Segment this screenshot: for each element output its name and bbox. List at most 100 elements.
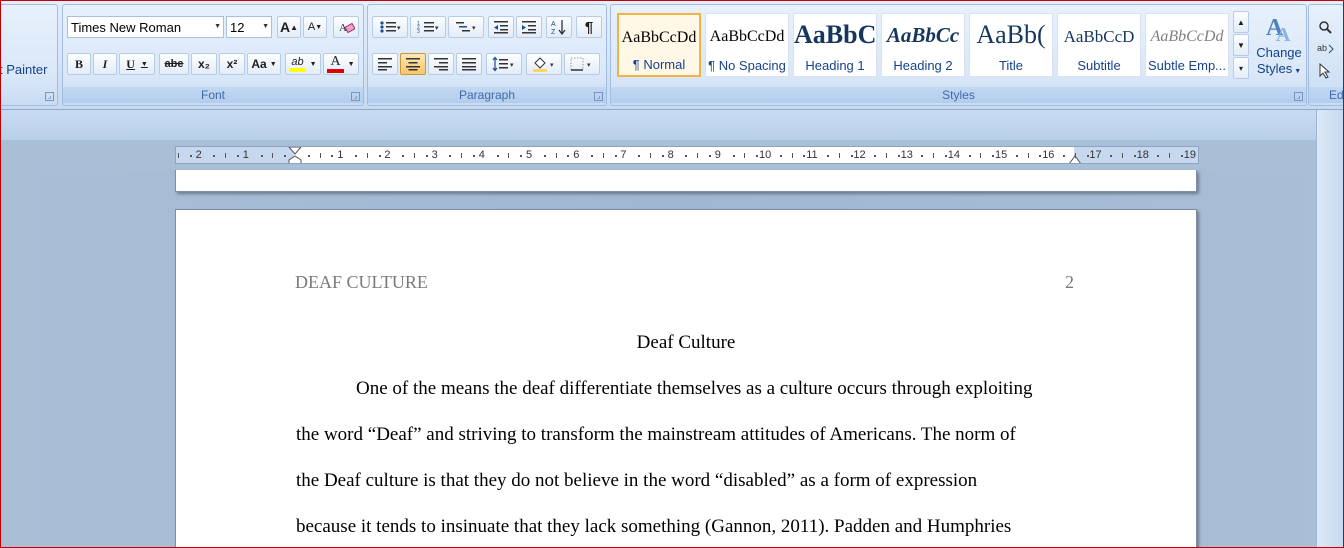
ruler-tick-label: 9: [714, 149, 721, 161]
decrease-indent-button[interactable]: [488, 16, 514, 38]
style-name: ¶ Normal: [632, 57, 686, 72]
chevron-down-icon[interactable]: ▼: [270, 61, 277, 68]
gallery-more-button[interactable]: ▾: [1233, 57, 1249, 79]
grow-font-button[interactable]: A ▲: [277, 16, 301, 38]
shading-button[interactable]: ▾: [526, 53, 562, 75]
ruler-tick-mark: [567, 155, 570, 157]
ruler-tick-mark: [1110, 155, 1113, 157]
chevron-down-icon[interactable]: ▼: [348, 60, 355, 68]
ruler-tick-mark: [1157, 155, 1160, 157]
clear-formatting-icon: A: [339, 22, 355, 34]
ruler-tick-mark: [496, 155, 499, 157]
ruler-tick-mark: [355, 155, 357, 157]
clipboard-dialog-launcher[interactable]: ⌟: [45, 92, 54, 101]
ruler-tick-label: 7: [620, 149, 627, 161]
superscript-button[interactable]: x²: [219, 53, 245, 75]
underline-button[interactable]: U ▼: [119, 53, 155, 75]
change-styles-button[interactable]: A A Change Styles ▼: [1253, 9, 1305, 89]
align-right-button[interactable]: [428, 53, 454, 75]
ruler-tick-mark: [850, 155, 853, 157]
format-painter-button[interactable]: t Painter: [0, 62, 47, 77]
style-normal[interactable]: AaBbCcDd ¶ Normal: [617, 13, 701, 77]
bullets-button[interactable]: ▾: [372, 16, 408, 38]
numbering-icon: 123 ▾: [417, 21, 439, 34]
italic-button[interactable]: I: [93, 53, 117, 75]
shrink-font-button[interactable]: A ▼: [303, 16, 327, 38]
svg-text:ab: ab: [1317, 43, 1327, 53]
svg-text:▾: ▾: [472, 25, 476, 32]
align-right-icon: [434, 58, 448, 71]
justify-button[interactable]: [456, 53, 482, 75]
ruler-tick-label: 8: [667, 149, 674, 161]
ruler-tick-mark: [661, 155, 664, 157]
ruler-tick-mark: [838, 153, 840, 158]
style-sample: AaBbCcDd: [709, 28, 785, 45]
change-case-button[interactable]: Aa ▼: [247, 53, 281, 75]
line-spacing-button[interactable]: ▾: [486, 53, 522, 75]
vertical-scrollbar[interactable]: [1316, 110, 1344, 548]
underline-label: U: [126, 56, 135, 71]
align-center-button[interactable]: [400, 53, 426, 75]
svg-text:▾: ▾: [550, 62, 554, 69]
ruler-tick-mark: [178, 153, 179, 158]
ruler-tick-mark: [414, 153, 415, 158]
font-size-combobox[interactable]: 12 ▼: [226, 16, 272, 38]
ruler-tick-label: 15: [995, 149, 1008, 161]
font-name-combobox[interactable]: Times New Roman ▼: [67, 16, 224, 38]
ruler-tick-label: 12: [853, 149, 866, 161]
bold-button[interactable]: B: [67, 53, 91, 75]
sort-button[interactable]: AZ: [546, 16, 572, 38]
style-subtitle[interactable]: AaBbCcD Subtitle: [1057, 13, 1141, 77]
chevron-down-icon[interactable]: ▼: [310, 61, 317, 68]
font-dialog-launcher[interactable]: ⌟: [351, 92, 360, 101]
style-subtle-emphasis[interactable]: AaBbCcDd Subtle Emp...: [1145, 13, 1229, 77]
ruler-tick-mark: [709, 155, 711, 157]
ruler-tick-mark: [933, 153, 935, 158]
ruler-tick-mark: [378, 155, 381, 157]
select-cursor-icon[interactable]: [1317, 63, 1337, 79]
font-name-value: Times New Roman: [71, 19, 182, 35]
ruler-tick-mark: [591, 155, 593, 157]
show-formatting-marks-button[interactable]: ¶: [576, 16, 602, 38]
align-center-icon: [406, 58, 420, 71]
chevron-down-icon[interactable]: ▼: [141, 60, 148, 68]
ruler-tick-mark: [874, 155, 877, 157]
numbering-button[interactable]: 1 2 3 ▾: [410, 16, 446, 38]
line-spacing-icon: ▾: [492, 56, 514, 72]
ruler-tick-mark: [697, 153, 699, 158]
gallery-scroll-up-button[interactable]: ▲: [1233, 11, 1249, 33]
subscript-button[interactable]: x₂: [191, 53, 217, 75]
ruler-tick-mark: [1015, 155, 1018, 157]
first-line-indent-marker[interactable]: [288, 147, 302, 164]
highlight-button[interactable]: ab ▼: [285, 53, 321, 75]
chevron-down-icon[interactable]: ▼: [262, 23, 269, 30]
horizontal-ruler[interactable]: 2 1 1 2 3 4 5 6 7 8 9 10 11 12 13 14 15 16 17 18 19: [175, 146, 1199, 164]
style-name: Subtitle: [1077, 58, 1121, 73]
increase-indent-button[interactable]: [516, 16, 542, 38]
find-icon[interactable]: [1317, 19, 1337, 35]
multilevel-list-button[interactable]: ▾: [448, 16, 484, 38]
styles-dialog-launcher[interactable]: ⌟: [1294, 92, 1303, 101]
font-color-button[interactable]: A ▼: [323, 53, 359, 75]
clear-formatting-button[interactable]: A: [333, 16, 359, 38]
replace-icon[interactable]: ab: [1317, 41, 1337, 57]
pilcrow-icon: ¶: [584, 18, 594, 36]
document-page[interactable]: DEAF CULTURE 2 Deaf Culture One of the m…: [175, 209, 1197, 548]
align-left-button[interactable]: [372, 53, 398, 75]
style-heading-2[interactable]: AaBbCc Heading 2: [881, 13, 965, 77]
chevron-down-icon[interactable]: ▼: [214, 23, 221, 30]
gallery-scroll-down-button[interactable]: ▼: [1233, 34, 1249, 56]
style-no-spacing[interactable]: AaBbCcDd ¶ No Spacing: [705, 13, 789, 77]
chevron-up-icon: ▲: [1237, 17, 1245, 27]
paragraph-dialog-launcher[interactable]: ⌟: [594, 92, 603, 101]
ruler-tick-mark: [449, 155, 452, 157]
style-title[interactable]: AaBb( Title: [969, 13, 1053, 77]
ruler-tick-mark: [685, 155, 688, 157]
ruler-tick-mark: [461, 153, 463, 158]
change-case-label: Aa: [251, 57, 267, 71]
ruler-tick-label: 5: [526, 149, 533, 161]
style-heading-1[interactable]: AaBbC Heading 1: [793, 13, 877, 77]
running-header: DEAF CULTURE: [295, 272, 428, 292]
strikethrough-button[interactable]: abe: [159, 53, 189, 75]
borders-button[interactable]: ▾: [564, 53, 600, 75]
